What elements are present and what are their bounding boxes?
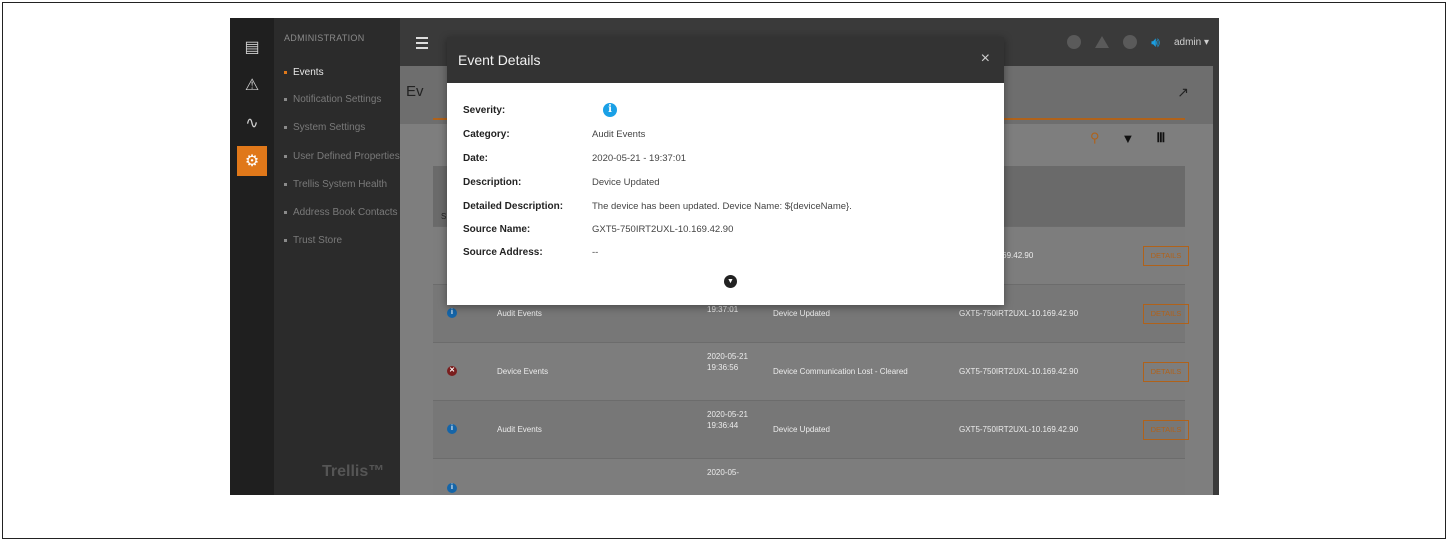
alarm-icon[interactable]: ⚠ [237, 70, 267, 100]
field-label-description: Description: [463, 177, 522, 188]
details-button[interactable]: DETAILS [1143, 420, 1189, 440]
table-row[interactable]: i 2020-05- [433, 458, 1185, 495]
menu-item-label: Trust Store [293, 235, 343, 246]
modal-title: Event Details [458, 52, 541, 68]
critical-severity-icon: ✕ [447, 366, 457, 376]
info-severity-icon: i [447, 308, 457, 318]
cell-date: 2020-05-21 19:36:44 [707, 410, 748, 430]
menu-item-address-book-contacts[interactable]: Address Book Contacts [284, 207, 398, 218]
details-button[interactable]: DETAILS [1143, 304, 1189, 324]
field-value-source-address: -- [592, 247, 599, 258]
menu-item-label: Address Book Contacts [293, 207, 398, 218]
field-label-date: Date: [463, 153, 489, 164]
server-icon[interactable]: ▤ [237, 32, 267, 62]
expand-icon[interactable]: ↗ [1177, 84, 1189, 101]
table-toolbar: ⚲ ▼ Ⅲ [1090, 130, 1165, 146]
hamburger-menu-icon[interactable] [416, 37, 428, 52]
menu-item-label: Notification Settings [293, 94, 382, 105]
warning-icon[interactable] [1095, 36, 1110, 48]
info-severity-icon: i [447, 483, 457, 493]
field-label-source-name: Source Name: [463, 224, 531, 235]
cell-source: GXT5-750IRT2UXL-10.169.42.90 [959, 367, 1079, 376]
cell-description: Device Updated [773, 309, 830, 318]
field-value-source-name: GXT5-750IRT2UXL-10.169.42.90 [592, 224, 734, 235]
icon-sidebar: ▤ ⚠ ∿ ⚙ [230, 18, 274, 495]
bullet-icon [284, 238, 287, 242]
close-icon[interactable]: × [981, 50, 990, 68]
field-label-category: Category: [463, 129, 510, 140]
details-button[interactable]: DETAILS [1143, 362, 1189, 382]
info-severity-icon: i [447, 424, 457, 434]
filter-icon[interactable]: ▼ [1122, 131, 1135, 146]
bullet-icon [284, 97, 287, 101]
status-dot-icon[interactable] [1067, 35, 1082, 49]
event-details-modal: Event Details × Severity: i Category: Au… [447, 37, 1004, 305]
page-title: Ev [406, 83, 424, 100]
cell-description: Device Communication Lost - Cleared [773, 367, 908, 376]
bullet-icon [284, 70, 287, 74]
bullet-icon [284, 125, 287, 129]
cell-category: Audit Events [497, 425, 542, 434]
bullet-icon [284, 182, 287, 186]
table-row[interactable]: ✕ Device Events 2020-05-21 19:36:56 Devi… [433, 342, 1189, 400]
cell-source: GXT5-750IRT2UXL-10.169.42.90 [959, 309, 1079, 318]
menu-item-trellis-system-health[interactable]: Trellis System Health [284, 179, 387, 190]
table-row[interactable]: i Audit Events 2020-05-21 19:36:44 Devic… [433, 400, 1189, 458]
menu-item-label: System Settings [293, 122, 366, 133]
bullet-icon [284, 154, 287, 158]
menu-item-label: Trellis System Health [293, 179, 388, 190]
menu-item-trust-store[interactable]: Trust Store [284, 235, 342, 246]
pulse-icon[interactable]: ∿ [237, 108, 267, 138]
search-icon[interactable]: ⚲ [1090, 130, 1100, 146]
cell-category: Device Events [497, 367, 549, 376]
menu-item-system-settings[interactable]: System Settings [284, 122, 365, 133]
menu-title: ADMINISTRATION [284, 33, 365, 43]
cell-date: 2020-05- [707, 468, 740, 477]
info-icon: i [603, 103, 617, 117]
chevron-down-icon[interactable]: ▼ [724, 275, 737, 288]
status-dot-icon[interactable] [1123, 35, 1138, 49]
field-value-detailed-description: The device has been updated. Device Name… [592, 201, 852, 212]
cell-description: Device Updated [773, 425, 830, 434]
speaker-icon[interactable]: 🔊︎ [1151, 34, 1160, 51]
user-menu[interactable]: admin ▾ [1174, 37, 1209, 48]
modal-header: Event Details × [447, 37, 1004, 83]
columns-icon[interactable]: Ⅲ [1156, 130, 1165, 146]
field-value-description: Device Updated [592, 177, 660, 188]
cell-date: 2020-05-21 19:36:56 [707, 352, 748, 372]
field-label-severity: Severity: [463, 105, 506, 116]
right-edge [1213, 18, 1219, 495]
brand-logo: Trellis™ [322, 463, 385, 480]
menu-item-events[interactable]: Events [284, 67, 324, 78]
cell-source: GXT5-750IRT2UXL-10.169.42.90 [959, 425, 1079, 434]
top-bar-right: 🔊︎ admin ▾ [1067, 32, 1219, 52]
field-label-source-address: Source Address: [463, 247, 543, 258]
field-label-detailed-description: Detailed Description: [463, 201, 564, 212]
details-button[interactable]: DETAILS [1143, 246, 1189, 266]
menu-item-label: User Defined Properties [293, 151, 400, 162]
gear-icon[interactable]: ⚙ [237, 146, 267, 176]
cell-category: Audit Events [497, 309, 542, 318]
menu-item-notification-settings[interactable]: Notification Settings [284, 94, 381, 105]
menu-item-label: Events [293, 67, 324, 78]
field-value-date: 2020-05-21 - 19:37:01 [592, 153, 687, 164]
admin-menu: ADMINISTRATION Events Notification Setti… [274, 18, 400, 495]
menu-item-user-defined-properties[interactable]: User Defined Properties [284, 151, 400, 162]
bullet-icon [284, 210, 287, 214]
field-value-category: Audit Events [592, 129, 646, 140]
